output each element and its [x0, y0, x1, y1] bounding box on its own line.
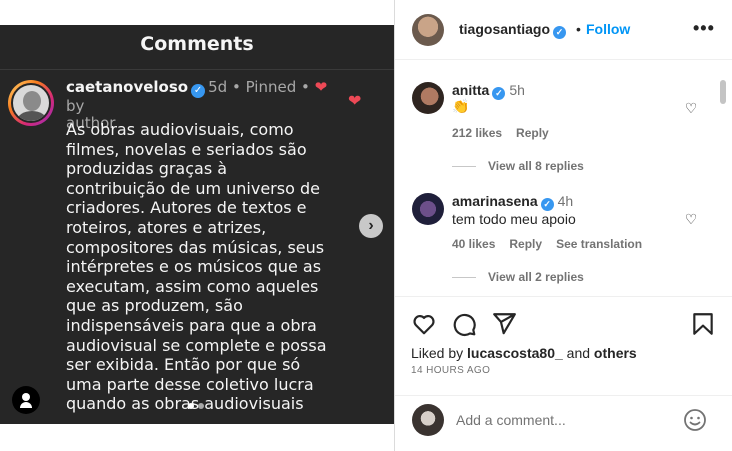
avatar[interactable] [412, 14, 444, 46]
media-comment-line: indispensáveis para que a obra [66, 315, 317, 335]
comment-user-name[interactable]: anitta [452, 82, 489, 98]
media-comment-text: As obras audiovisuais, como filmes, nove… [66, 120, 334, 414]
media-comment-line: criadores. Autores de textos e [66, 198, 307, 218]
like-heart-icon[interactable] [411, 311, 437, 337]
liked-by-others-link[interactable]: others [594, 345, 637, 361]
media-comment-line: executam, assim como aqueles [66, 276, 319, 296]
reply-button[interactable]: Reply [509, 237, 542, 251]
scrollbar[interactable] [720, 80, 726, 104]
comment-meta: 40 likes Reply See translation [452, 237, 656, 251]
media-comment-line: contribuição de um universo de [66, 178, 320, 198]
view-replies-button[interactable]: View all 2 replies [452, 270, 584, 284]
view-replies-label[interactable]: View all 2 replies [488, 270, 584, 284]
carousel-dots [188, 403, 204, 409]
bookmark-icon[interactable] [690, 311, 716, 337]
post-author-name[interactable]: tiagosantiago [459, 21, 550, 37]
reply-button[interactable]: Reply [516, 126, 549, 140]
comment-meta: 212 likes Reply [452, 126, 563, 140]
avatar[interactable] [412, 82, 444, 114]
carousel-dot [198, 403, 204, 409]
post-header: tiagosantiago ✓ • Follow ••• [395, 0, 732, 60]
media-comment-line: produzidas graças à [66, 159, 228, 179]
media-comment-pinned: Pinned [245, 78, 297, 96]
media-comment-by: by [66, 97, 85, 115]
avatar[interactable] [412, 193, 444, 225]
comment-likes[interactable]: 212 likes [452, 126, 502, 140]
liked-by-prefix: Liked by [411, 345, 464, 361]
verified-badge-icon: ✓ [492, 87, 506, 100]
comment-text: 👏 [452, 98, 470, 114]
media-comment-avatar [8, 80, 54, 126]
liked-by-and: and [566, 345, 591, 361]
verified-badge-icon: ✓ [540, 198, 554, 211]
media-divider [0, 69, 394, 70]
view-replies-button[interactable]: View all 8 replies [452, 159, 584, 173]
more-options-icon[interactable]: ••• [693, 18, 715, 39]
carousel-dot [188, 403, 194, 409]
comment-input[interactable] [456, 409, 666, 431]
verified-badge-icon: ✓ [553, 26, 567, 39]
comments-list[interactable]: anitta ✓ 5h 👏 212 likes Reply ♡ View all 8 … [395, 60, 732, 296]
media-comment-line: As obras audiovisuais, como [66, 120, 294, 139]
comment-likes[interactable]: 40 likes [452, 237, 495, 251]
header-separator: • [576, 21, 581, 37]
see-translation-button[interactable]: See translation [556, 237, 642, 251]
verified-badge-icon: ✓ [191, 84, 206, 98]
media-comment-line: compositores das músicas, seus [66, 237, 325, 257]
liked-by-user-link[interactable]: lucascosta80_ [467, 345, 563, 361]
comment-time[interactable]: 5h [509, 82, 525, 98]
post-actions: Liked by lucascosta80_ and others 14 HOU… [395, 296, 732, 436]
media-comment-username: caetanoveloso [66, 78, 189, 96]
post-timestamp[interactable]: 14 HOURS AGO [411, 365, 490, 376]
media-comment-line: ser exibida. Então por que só [66, 355, 301, 375]
liked-by-summary: Liked by lucascosta80_ and others [411, 345, 637, 361]
heart-icon: ❤ [314, 78, 328, 96]
post-details-panel: tiagosantiago ✓ • Follow ••• anitta ✓ 5h 👏 … [394, 0, 732, 451]
media-heart-icon: ❤ [348, 93, 362, 110]
comment-bubble-icon[interactable] [451, 311, 477, 337]
emoji-icon[interactable] [683, 408, 707, 432]
comment-user-name[interactable]: amarinasena [452, 193, 538, 209]
follow-button[interactable]: Follow [586, 21, 630, 37]
avatar [412, 404, 444, 436]
comment-text: tem todo meu apoio [452, 211, 576, 227]
view-replies-label[interactable]: View all 8 replies [488, 159, 584, 173]
comment-time[interactable]: 4h [558, 193, 574, 209]
post-author-username[interactable]: tiagosantiago ✓ [459, 21, 567, 39]
chevron-right-icon[interactable]: › [359, 214, 383, 238]
media-comment-line: uma parte desse coletivo lucra [66, 374, 314, 394]
post-media[interactable]: Comments caetanoveloso ✓ 5d • Pinned • ❤ b… [0, 25, 394, 424]
person-icon[interactable] [12, 386, 40, 414]
media-comment-line: audiovisual se complete e possa [66, 335, 327, 355]
media-comment-line: filmes, novelas e seriados são [66, 139, 307, 159]
comment-username[interactable]: amarinasena ✓ 4h [452, 193, 573, 211]
media-comments-title: Comments [140, 33, 254, 55]
media-comment-time: 5d [208, 78, 228, 96]
media-comment-line: intérpretes e os músicos que as [66, 257, 322, 277]
media-comment-line: roteiros, atores e atrizes, [66, 217, 267, 237]
like-heart-icon[interactable]: ♡ [683, 211, 699, 227]
media-comment-line: que as produzem, são [66, 296, 243, 316]
share-send-icon[interactable] [491, 311, 517, 337]
like-heart-icon[interactable]: ♡ [683, 100, 699, 116]
add-comment-bar [395, 395, 732, 445]
